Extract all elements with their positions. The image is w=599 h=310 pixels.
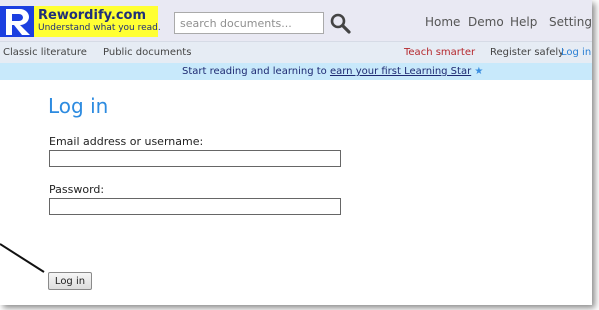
subnav-teach-smarter[interactable]: Teach smarter xyxy=(404,47,475,58)
subnav-public-documents[interactable]: Public documents xyxy=(103,47,191,58)
logo-title: Rewordify.com xyxy=(38,8,146,23)
email-label: Email address or username: xyxy=(49,135,204,148)
learning-star-banner: Start reading and learning to earn your … xyxy=(0,63,592,80)
password-label: Password: xyxy=(49,183,105,196)
banner-message: Start reading and learning to earn your … xyxy=(182,66,483,77)
nav-settings[interactable]: Settings xyxy=(549,15,592,29)
nav-demo[interactable]: Demo xyxy=(468,15,504,29)
log-in-button[interactable]: Log in xyxy=(48,272,92,290)
learning-star-link[interactable]: earn your first Learning Star xyxy=(330,66,471,77)
subnav-register-safely[interactable]: Register safely xyxy=(490,47,564,58)
nav-home[interactable]: Home xyxy=(425,15,460,29)
subnav-log-in[interactable]: Log in xyxy=(561,47,591,58)
subnav-classic-literature[interactable]: Classic literature xyxy=(3,47,87,58)
logo-badge[interactable]: Rewordify.com Understand what you read. xyxy=(34,6,161,37)
logo-r-icon[interactable] xyxy=(0,6,34,37)
browser-window: Rewordify.com Understand what you read. … xyxy=(0,0,592,305)
logo-tagline: Understand what you read. xyxy=(38,23,161,33)
password-field[interactable] xyxy=(49,198,341,215)
star-icon: ★ xyxy=(474,66,484,77)
nav-help[interactable]: Help xyxy=(510,15,537,29)
annotation-pointer-line xyxy=(0,243,45,273)
search-input[interactable] xyxy=(174,12,324,34)
email-field[interactable] xyxy=(49,150,341,167)
sub-navigation: Classic literature Public documents Teac… xyxy=(0,41,592,64)
search-icon[interactable] xyxy=(329,12,351,34)
page-title: Log in xyxy=(48,94,109,118)
banner-text: Start reading and learning to xyxy=(182,66,330,77)
site-header: Rewordify.com Understand what you read. … xyxy=(0,0,592,41)
